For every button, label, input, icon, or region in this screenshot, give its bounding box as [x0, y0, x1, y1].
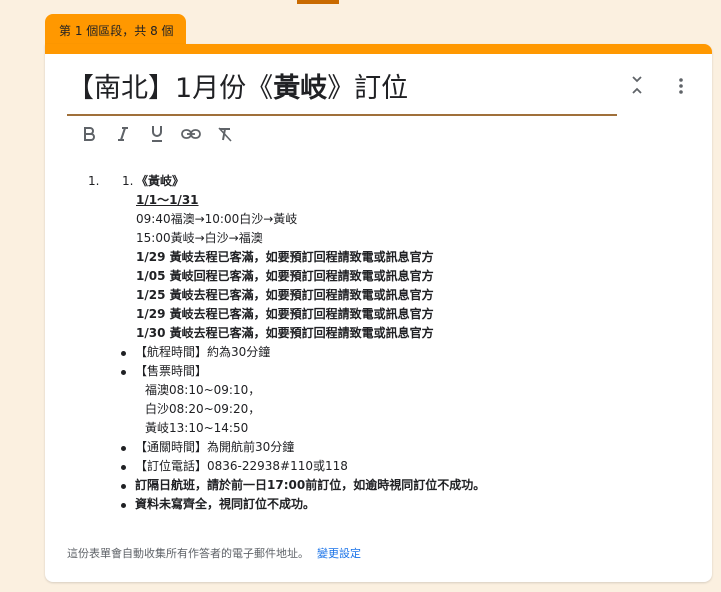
list-item: 資料未寫齊全，視同訂位不成功。: [120, 495, 485, 514]
notice-line: 1/05 黃岐回程已客滿，如要預訂回程請致電或訊息官方: [136, 269, 434, 283]
notice-line: 1/25 黃岐去程已客滿，如要預訂回程請致電或訊息官方: [136, 288, 434, 302]
bullet-icon: [121, 446, 126, 451]
email-collection-note: 這份表單會自動收集所有作答者的電子郵件地址。 變更設定: [67, 545, 361, 561]
link-icon[interactable]: [180, 122, 202, 146]
title-bold: 黃岐: [273, 73, 328, 104]
title-suffix: 》訂位: [327, 73, 409, 104]
underline-icon[interactable]: [146, 122, 168, 146]
ticket-time-line: 黃岐13:10~14:50: [145, 421, 249, 435]
top-notch: [297, 0, 339, 4]
italic-icon[interactable]: [112, 122, 134, 146]
ticket-time-line: 福澳08:10~09:10，: [145, 383, 261, 397]
change-settings-link[interactable]: 變更設定: [317, 547, 361, 560]
list-item-text: 【航程時間】約為30分鐘: [135, 345, 271, 359]
notice-line: 1/29 黃岐去程已客滿，如要預訂回程請致電或訊息官方: [136, 250, 434, 264]
section-card: 【南北】1月份《黃岐》訂位 1. 1. 《黃岐》 1/1～1/31 09:40福…: [45, 44, 712, 582]
list-number: 1.: [122, 174, 134, 188]
bullet-icon: [121, 484, 126, 489]
clear-format-icon[interactable]: [214, 122, 236, 146]
list-item-text: 資料未寫齊全，視同訂位不成功。: [135, 497, 316, 511]
date-range: 1/1～1/31: [136, 193, 199, 207]
bullet-icon: [121, 351, 126, 356]
footer-note: 這份表單會自動收集所有作答者的電子郵件地址。: [67, 547, 309, 560]
list-item-text: 【通關時間】為開航前30分鐘: [135, 440, 295, 454]
list-item: 訂隔日航班，請於前一日17:00前訂位，如逾時視同訂位不成功。: [120, 476, 485, 495]
notice-line: 1/30 黃岐去程已客滿，如要預訂回程請致電或訊息官方: [136, 326, 434, 340]
schedule-lines: 《黃岐》 1/1～1/31 09:40福澳→10:00白沙→黃岐 15:00黃岐…: [136, 172, 434, 343]
list-item: 【售票時間】: [120, 362, 485, 381]
collapse-icon[interactable]: [629, 75, 645, 95]
schedule-line: 15:00黃岐→白沙→福澳: [136, 231, 263, 245]
form-title[interactable]: 【南北】1月份《黃岐》訂位: [67, 72, 617, 106]
bullet-icon: [121, 370, 126, 375]
bullet-icon: [121, 465, 126, 470]
bold-icon[interactable]: [78, 122, 100, 146]
list-item-text: 訂隔日航班，請於前一日17:00前訂位，如逾時視同訂位不成功。: [135, 478, 486, 492]
ticket-time-line: 白沙08:20~09:20，: [145, 402, 261, 416]
bullet-icon: [121, 503, 126, 508]
list-item-text: 【訂位電話】0836-22938#110或118: [135, 459, 348, 473]
notice-line: 1/29 黃岐去程已客滿，如要預訂回程請致電或訊息官方: [136, 307, 434, 321]
list-item-text: 【售票時間】: [135, 364, 208, 378]
section-indicator-tab: 第 1 個區段，共 8 個: [45, 14, 186, 46]
schedule-line: 09:40福澳→10:00白沙→黃岐: [136, 212, 298, 226]
title-prefix: 【南北】1月份《: [67, 73, 274, 104]
list-item: 【訂位電話】0836-22938#110或118: [120, 457, 485, 476]
list-item: 【通關時間】為開航前30分鐘: [120, 438, 485, 457]
list-item: 【航程時間】約為30分鐘: [120, 343, 485, 362]
info-bullet-list: 【航程時間】約為30分鐘 【售票時間】 福澳08:10~09:10， 白沙08:…: [120, 343, 485, 514]
title-field[interactable]: 【南北】1月份《黃岐》訂位: [67, 72, 617, 116]
more-vert-icon[interactable]: [671, 76, 691, 96]
list-number: 1.: [88, 174, 100, 188]
route-name: 《黃岐》: [136, 174, 185, 188]
